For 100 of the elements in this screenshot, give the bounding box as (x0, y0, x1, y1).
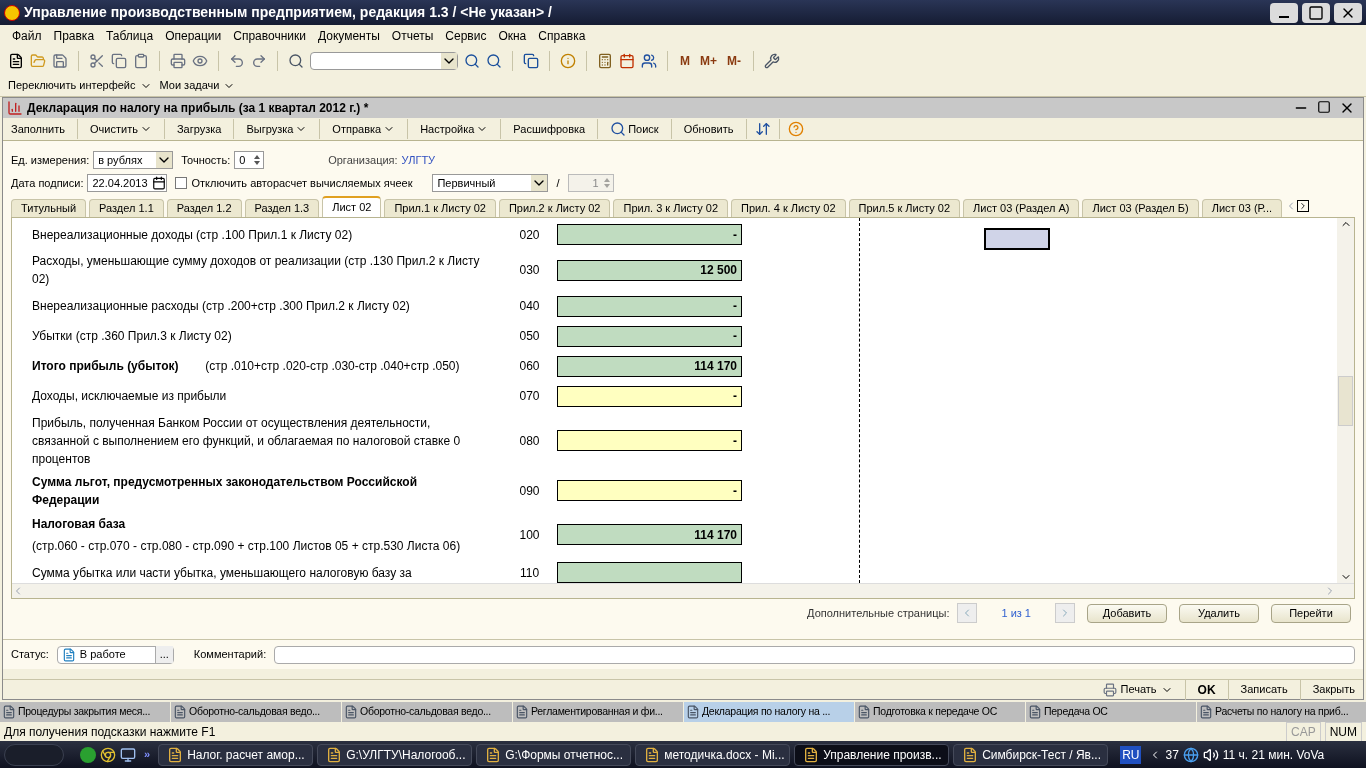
date-field[interactable]: 22.04.2013 (87, 174, 168, 192)
search-field[interactable] (310, 52, 458, 70)
info-icon[interactable] (560, 53, 576, 69)
selected-cell[interactable] (984, 228, 1050, 250)
value-cell[interactable]: - (557, 385, 742, 407)
windows-icon[interactable] (523, 53, 539, 69)
menu-item[interactable]: Отчеты (391, 27, 434, 45)
taskbar-task[interactable]: Симбирск-Тест / Яв... (953, 743, 1109, 766)
users-icon[interactable] (641, 53, 657, 69)
sheet-tab[interactable]: Прил.1 к Листу 02 (384, 199, 496, 217)
menu-item[interactable]: Операции (165, 27, 222, 45)
panel-button[interactable]: Переключить интерфейс (8, 77, 152, 94)
command-button[interactable]: Настройка (416, 120, 493, 138)
value-cell[interactable] (557, 562, 742, 583)
window-tab[interactable]: Процедуры закрытия меся... (0, 702, 170, 722)
window-tab[interactable]: Оборотно-сальдовая ведо... (342, 702, 512, 722)
sheet-tab[interactable]: Прил. 4 к Листу 02 (731, 199, 846, 217)
sheet-tab[interactable]: Раздел 1.1 (89, 199, 164, 217)
window-tab[interactable]: Передача ОС (1026, 702, 1196, 722)
sheet-tab[interactable]: Прил.5 к Листу 02 (848, 199, 961, 217)
precision-spinner[interactable]: 0 (234, 151, 265, 169)
value-cell[interactable]: 12 500 (557, 260, 742, 281)
vertical-scrollbar[interactable] (1337, 218, 1354, 583)
autocalc-checkbox[interactable]: Отключить авторасчет вычисляемых ячеек (175, 174, 413, 192)
search-next-icon[interactable] (464, 53, 480, 69)
window-tab[interactable]: Оборотно-сальдовая ведо... (171, 702, 341, 722)
search-icon[interactable] (288, 53, 304, 69)
menu-item[interactable]: Таблица (106, 27, 154, 45)
new-document-icon[interactable] (8, 53, 24, 69)
ok-button[interactable]: OK (1197, 680, 1216, 699)
menu-item[interactable]: Сервис (445, 27, 487, 45)
report-type-select[interactable]: Первичный (432, 174, 549, 192)
torrent-icon[interactable] (80, 746, 96, 763)
sheet-tab[interactable]: Раздел 1.3 (244, 199, 320, 217)
value-cell[interactable]: - (557, 430, 742, 452)
page-action-button[interactable]: Перейти (1271, 603, 1351, 623)
save-button[interactable]: Записать (1240, 681, 1288, 698)
sheet-tab[interactable]: Прил.2 к Листу 02 (498, 199, 611, 217)
redo-icon[interactable] (251, 53, 267, 69)
monitor-icon[interactable] (120, 746, 136, 763)
sheet-tab[interactable]: Лист 02 (322, 196, 382, 217)
memory-button[interactable]: M (678, 52, 692, 70)
sheet-tab[interactable]: Прил. 3 к Листу 02 (613, 199, 729, 217)
menu-item[interactable]: Справка (538, 27, 586, 45)
print-button[interactable]: Печать (1102, 681, 1173, 698)
value-cell[interactable]: - (557, 224, 742, 245)
window-tab[interactable]: Регламентированная и фи... (513, 702, 683, 722)
page-action-button[interactable]: Удалить (1179, 603, 1259, 623)
command-button[interactable]: Загрузка (172, 120, 226, 138)
menu-item[interactable]: Справочники (233, 27, 306, 45)
unit-select[interactable]: в рублях (93, 151, 174, 169)
sheet-tab[interactable]: Раздел 1.2 (166, 199, 242, 217)
start-button[interactable] (4, 743, 64, 766)
wrench-icon[interactable] (764, 53, 780, 69)
command-button[interactable]: Заполнить (7, 120, 69, 138)
value-cell[interactable]: 114 170 (557, 355, 742, 377)
restore-icon[interactable] (1317, 100, 1331, 114)
window-tab[interactable]: Подготовка к передаче ОС (855, 702, 1025, 722)
command-button[interactable]: Очистить (86, 120, 156, 138)
spinner-arrows-icon[interactable] (253, 154, 262, 166)
panel-button[interactable]: Мои задачи (159, 77, 236, 94)
save-icon[interactable] (52, 53, 68, 69)
taskbar-task[interactable]: G:\Формы отчетнос... (476, 743, 632, 766)
maximize-button[interactable] (1302, 2, 1330, 23)
taskbar-task[interactable]: методичка.docx - Mi... (635, 743, 791, 766)
paste-icon[interactable] (133, 53, 149, 69)
search-prev-icon[interactable] (486, 53, 502, 69)
close-button[interactable]: Закрыть (1312, 681, 1355, 698)
sheet-tab[interactable]: Лист 03 (Раздел А) (963, 199, 1080, 217)
help-icon[interactable] (787, 121, 804, 137)
menu-item[interactable]: Документы (317, 27, 380, 45)
status-field[interactable]: В работе ... (56, 645, 174, 664)
window-tab[interactable]: Декларация по налогу на ... (684, 702, 854, 722)
window-tab[interactable]: Расчеты по налогу на приб... (1197, 702, 1366, 722)
command-button[interactable]: Отправка (328, 120, 400, 138)
memory-button[interactable]: M+ (698, 52, 719, 70)
print-icon[interactable] (170, 53, 186, 69)
taskbar-task[interactable]: Управление произв... (794, 743, 950, 766)
menu-item[interactable]: Правка (53, 27, 95, 45)
value-cell[interactable]: - (557, 480, 742, 502)
copy-icon[interactable] (111, 53, 127, 69)
tab-scroll-right-icon[interactable] (1297, 200, 1309, 212)
menu-item[interactable]: Файл (12, 27, 42, 45)
volume-icon[interactable] (1202, 746, 1219, 763)
select-button[interactable]: ... (154, 646, 173, 663)
taskbar-task[interactable]: Налог. расчет амор... (158, 743, 314, 766)
calendar-icon[interactable] (152, 176, 167, 190)
command-button[interactable]: Выгрузка (242, 120, 312, 138)
value-cell[interactable]: 114 170 (557, 524, 742, 546)
menu-item[interactable]: Окна (498, 27, 527, 45)
more-button[interactable]: » (140, 746, 155, 763)
memory-button[interactable]: M- (725, 52, 743, 70)
sheet-tab[interactable]: Лист 03 (Раздел Б) (1082, 199, 1199, 217)
taskbar-task[interactable]: G:\УЛГТУ\Налогооб... (317, 743, 473, 766)
browser-icon[interactable] (100, 746, 116, 763)
comment-field[interactable] (274, 645, 1355, 664)
value-cell[interactable]: - (557, 325, 742, 347)
calculator-icon[interactable] (597, 53, 613, 69)
value-cell[interactable]: - (557, 295, 742, 317)
expand-icon[interactable] (754, 121, 771, 137)
